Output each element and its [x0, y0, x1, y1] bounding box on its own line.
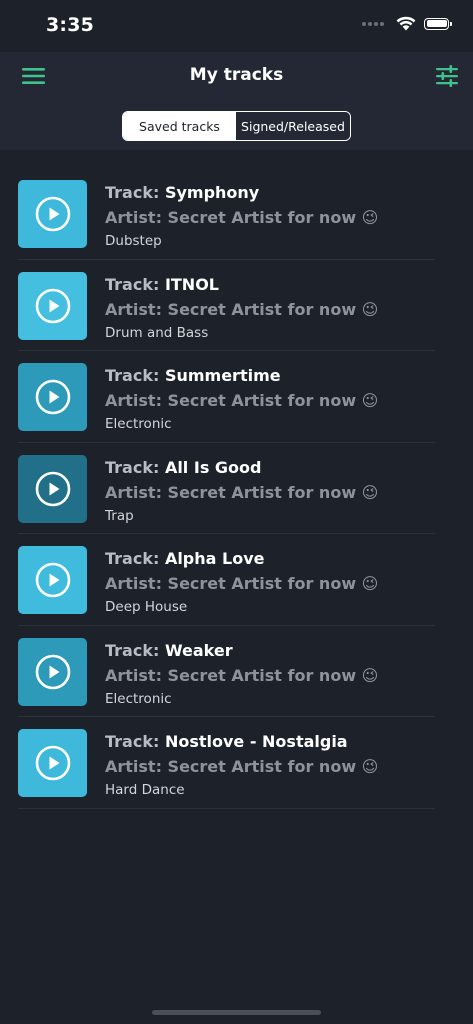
track-title-prefix: Track: — [105, 549, 165, 568]
track-artwork[interactable] — [18, 180, 87, 248]
track-row[interactable]: Track: Nostlove - Nostalgia Artist: Secr… — [0, 717, 473, 809]
track-title-prefix: Track: — [105, 732, 165, 751]
play-circle-icon[interactable] — [35, 562, 71, 598]
home-indicator — [152, 1010, 321, 1015]
track-info: Track: Nostlove - Nostalgia Artist: Secr… — [105, 731, 378, 800]
track-title: Nostlove - Nostalgia — [164, 732, 348, 751]
play-circle-icon[interactable] — [35, 471, 71, 507]
track-title-prefix: Track: — [105, 640, 165, 660]
track-title: Symphony — [164, 183, 260, 202]
track-artist: Artist: Secret Artist for now 😉 — [105, 757, 379, 776]
play-circle-icon[interactable] — [35, 288, 71, 324]
track-row[interactable]: Track: Alpha Love Artist: Secret Artist … — [0, 534, 473, 626]
track-artwork[interactable] — [18, 454, 87, 523]
track-artwork[interactable] — [18, 271, 87, 340]
tab-saved-tracks[interactable]: Saved tracks — [123, 112, 236, 140]
track-title-line: Track: Nostlove - Nostalgia — [105, 731, 378, 753]
track-title-line: Track: Summertime — [105, 365, 378, 387]
track-title-prefix: Track: — [105, 183, 165, 202]
track-info: Track: Weaker Artist: Secret Artist for … — [105, 640, 378, 709]
track-row[interactable]: Track: Weaker Artist: Secret Artist for … — [0, 626, 473, 718]
track-row[interactable]: Track: ITNOL Artist: Secret Artist for n… — [0, 260, 473, 352]
track-genre: Trap — [105, 507, 134, 524]
play-circle-icon[interactable] — [35, 196, 71, 232]
track-title: Weaker — [164, 640, 233, 660]
track-genre: Dubstep — [105, 233, 162, 249]
track-genre: Hard Dance — [105, 782, 185, 798]
status-icons — [362, 16, 452, 31]
track-genre: Electronic — [105, 690, 172, 707]
play-circle-icon[interactable] — [35, 654, 71, 690]
track-title: ITNOL — [164, 274, 219, 294]
track-title: Summertime — [164, 366, 281, 385]
track-info: Track: Symphony Artist: Secret Artist fo… — [105, 182, 378, 251]
battery-icon — [424, 17, 452, 30]
track-info: Track: All Is Good Artist: Secret Artist… — [105, 457, 378, 526]
track-artist: Artist: Secret Artist for now 😉 — [105, 482, 379, 502]
status-bar: 3:35 — [0, 0, 473, 52]
track-title-line: Track: Weaker — [105, 640, 378, 662]
sliders-filter-icon[interactable] — [435, 64, 459, 88]
track-title-line: Track: Symphony — [105, 182, 378, 204]
wifi-icon — [396, 16, 416, 31]
track-artist: Artist: Secret Artist for now 😉 — [105, 574, 379, 593]
tab-signed-released[interactable]: Signed/Released — [236, 112, 350, 140]
track-artwork[interactable] — [18, 729, 87, 797]
cellular-dots-icon — [362, 21, 384, 26]
track-title-prefix: Track: — [105, 457, 165, 477]
track-title: Alpha Love — [164, 549, 265, 568]
track-info: Track: Summertime Artist: Secret Artist … — [105, 365, 378, 434]
status-time: 3:35 — [46, 14, 95, 36]
track-genre: Drum and Bass — [105, 324, 209, 341]
app-header: My tracks Saved tracks Signed/Released — [0, 52, 473, 150]
track-row[interactable]: Track: Symphony Artist: Secret Artist fo… — [0, 168, 473, 260]
track-info: Track: Alpha Love Artist: Secret Artist … — [105, 548, 378, 617]
track-title-line: Track: All Is Good — [105, 457, 378, 479]
track-list: Track: Symphony Artist: Secret Artist fo… — [0, 168, 473, 809]
track-title-prefix: Track: — [105, 366, 165, 385]
track-genre: Deep House — [105, 599, 188, 615]
track-artwork[interactable] — [18, 363, 87, 431]
track-artist: Artist: Secret Artist for now 😉 — [105, 391, 379, 410]
play-circle-icon[interactable] — [35, 745, 71, 781]
tracks-tab-control: Saved tracks Signed/Released — [122, 111, 351, 141]
track-title-line: Track: Alpha Love — [105, 548, 378, 570]
track-artwork[interactable] — [18, 637, 87, 706]
track-artist: Artist: Secret Artist for now 😉 — [105, 299, 379, 319]
track-title-prefix: Track: — [105, 274, 165, 294]
track-artist: Artist: Secret Artist for now 😉 — [105, 208, 379, 227]
track-info: Track: ITNOL Artist: Secret Artist for n… — [105, 274, 378, 343]
play-circle-icon[interactable] — [35, 379, 71, 415]
track-artist: Artist: Secret Artist for now 😉 — [105, 665, 379, 685]
track-row[interactable]: Track: Summertime Artist: Secret Artist … — [0, 351, 473, 443]
track-title-line: Track: ITNOL — [105, 274, 378, 296]
track-row[interactable]: Track: All Is Good Artist: Secret Artist… — [0, 443, 473, 535]
track-artwork[interactable] — [18, 546, 87, 614]
track-title: All Is Good — [164, 457, 262, 477]
track-genre: Electronic — [105, 416, 172, 432]
page-title: My tracks — [189, 65, 284, 85]
